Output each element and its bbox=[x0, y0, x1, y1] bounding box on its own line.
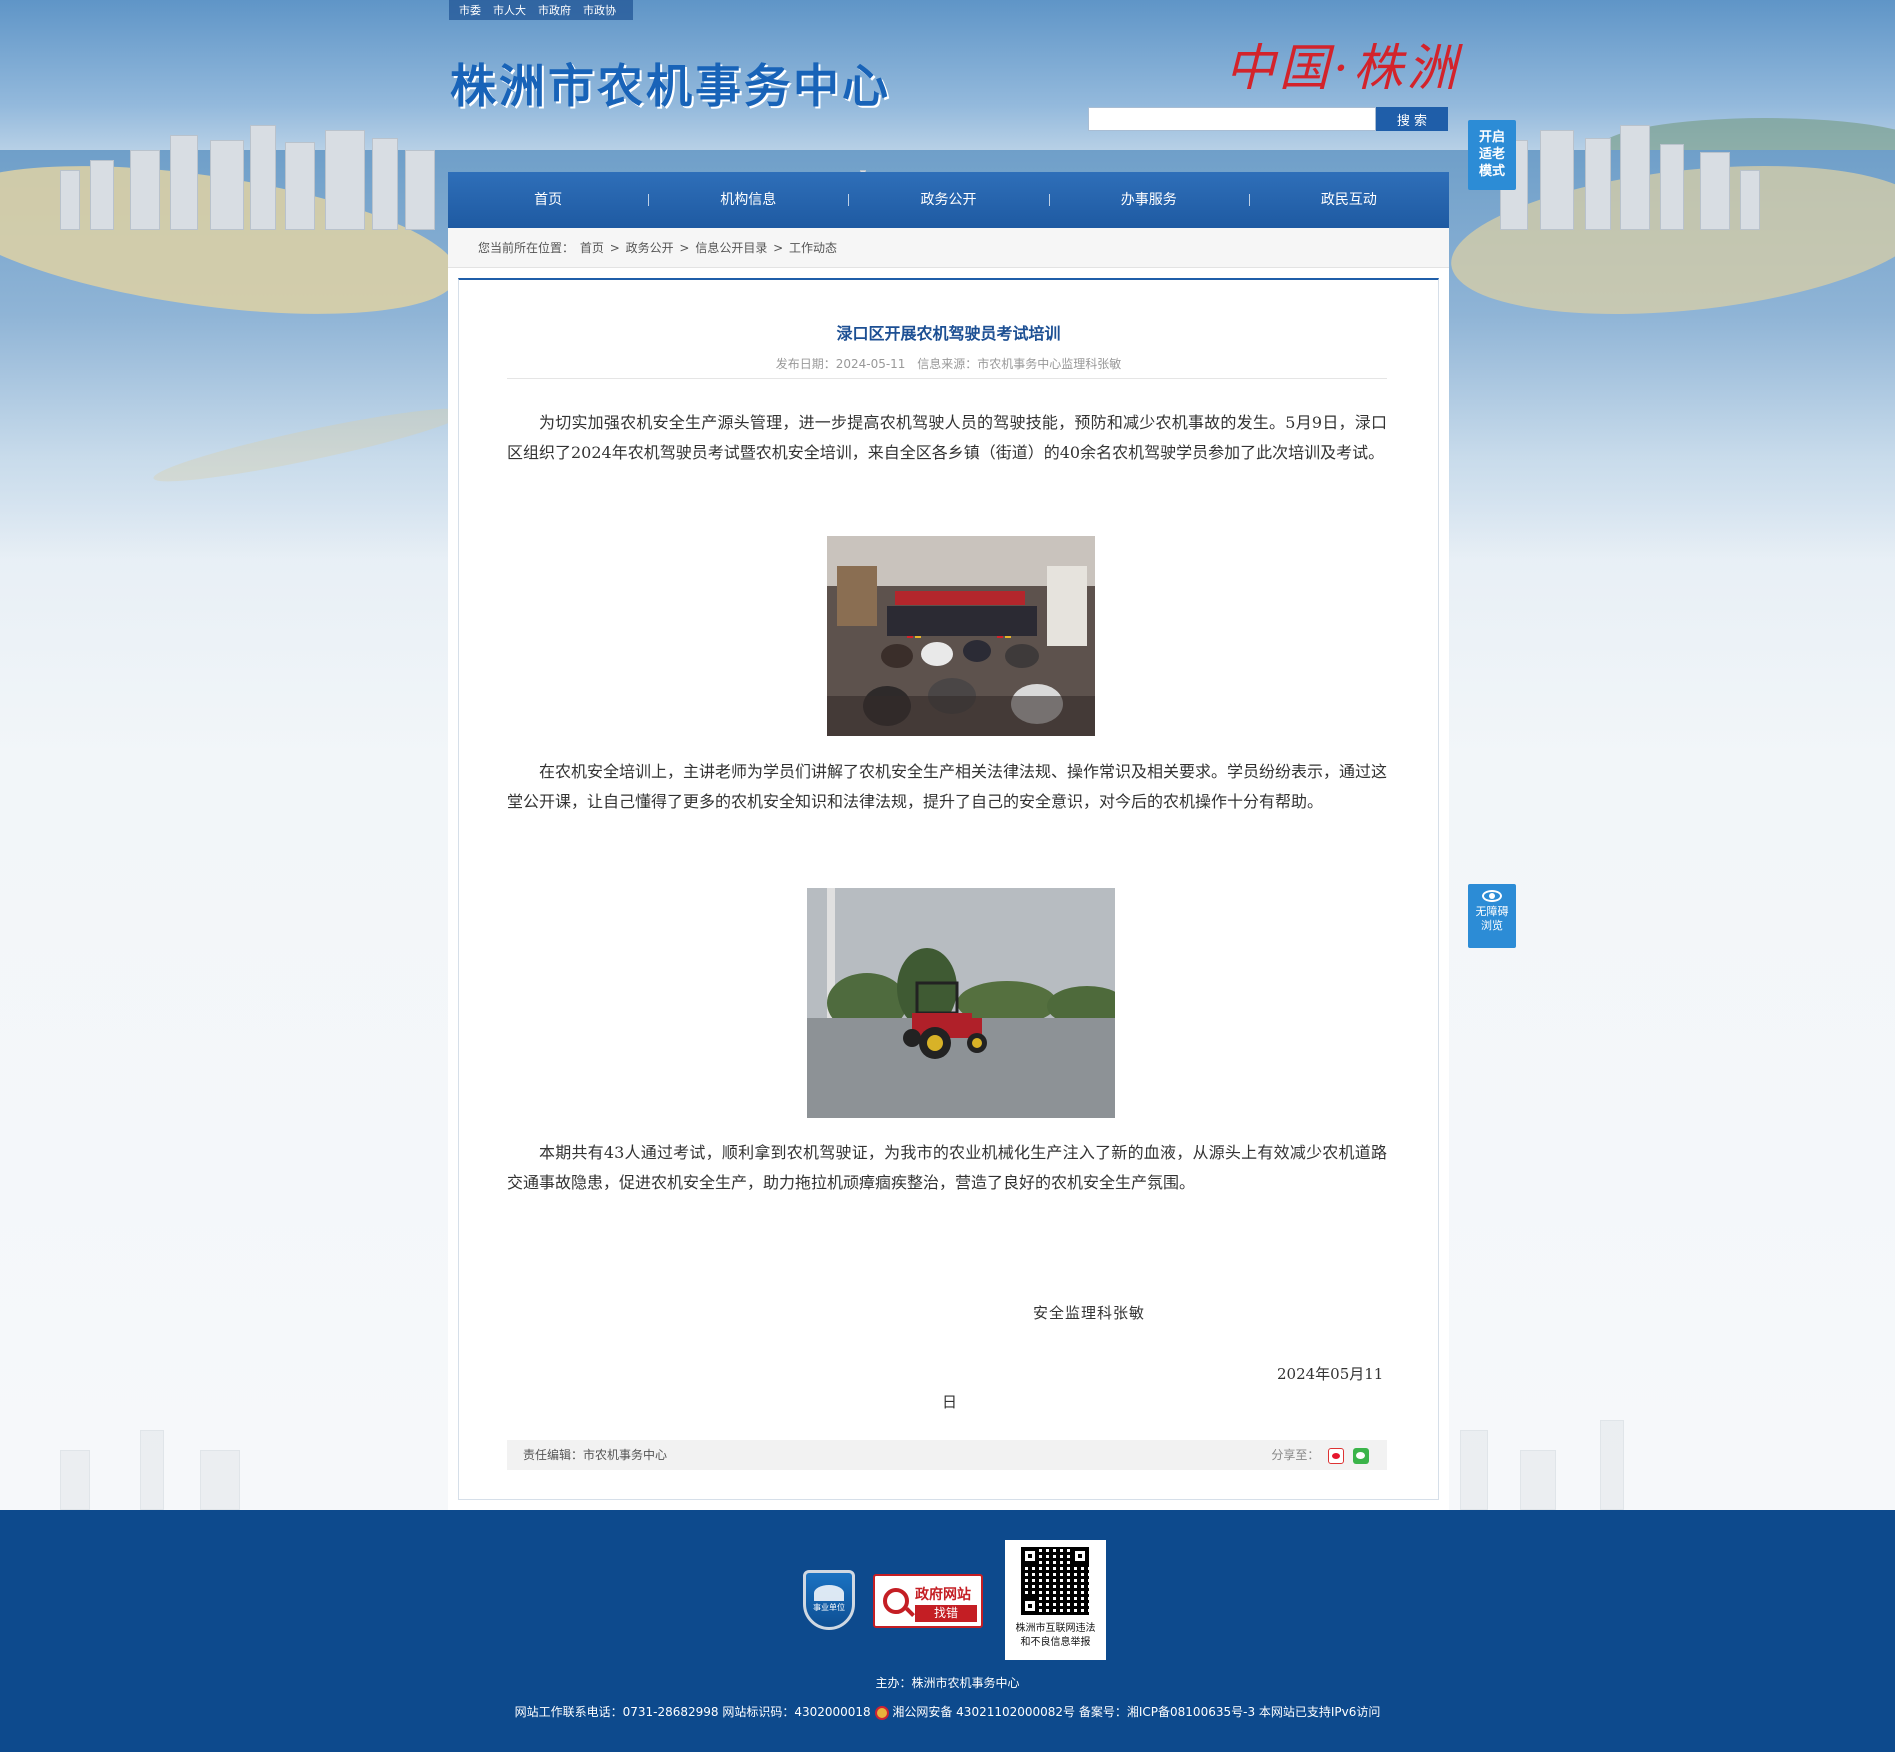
article-title: 渌口区开展农机驾驶员考试培训 bbox=[836, 324, 1061, 343]
breadcrumb-sep: > bbox=[609, 241, 620, 255]
breadcrumb-sep: > bbox=[679, 241, 690, 255]
eye-icon bbox=[1482, 890, 1502, 902]
article-signature: 安全监理科张敏 bbox=[1033, 1304, 1146, 1322]
error-badge-action: 找错 bbox=[915, 1605, 977, 1622]
site-title: 株洲市农机事务中心 bbox=[450, 59, 891, 113]
magnifier-icon bbox=[883, 1588, 909, 1614]
elder-mode-button[interactable]: 开启适老模式 bbox=[1468, 120, 1516, 190]
article-paragraph-2: 在农机安全培训上，主讲老师为学员们讲解了农机安全生产相关法律法规、操作常识及相关… bbox=[507, 762, 1388, 811]
police-record[interactable]: 湘公网安备 43021102000082号 备案号：湘ICP备08100635号… bbox=[892, 1705, 1380, 1719]
police-badge-icon bbox=[874, 1705, 889, 1720]
main-content: 渌口区开展农机驾驶员考试培训 发布日期：2024-05-11 信息来源：市农机事… bbox=[448, 268, 1449, 1510]
article-paragraph-3: 本期共有43人通过考试，顺利拿到农机驾驶证，为我市的农业机械化生产注入了新的血液… bbox=[507, 1143, 1387, 1192]
breadcrumb-current[interactable]: 工作动态 bbox=[789, 241, 837, 255]
qr-caption: 株洲市互联网违法 和不良信息举报 bbox=[1005, 1622, 1106, 1650]
search-box: 搜 索 bbox=[1088, 107, 1448, 131]
tractor-photo bbox=[807, 888, 1115, 1118]
top-link-cppcc[interactable]: 市政协 bbox=[577, 0, 622, 20]
city-logo: 中国·株洲 bbox=[1225, 39, 1461, 97]
contact-info: 网站工作联系电话：0731-28682998 网站标识码：4302000018 bbox=[514, 1705, 871, 1719]
article-date-tail: 日 bbox=[942, 1393, 958, 1411]
share-label: 分享至： bbox=[1271, 1448, 1320, 1462]
top-link-government[interactable]: 市政府 bbox=[532, 0, 577, 20]
search-button[interactable]: 搜 索 bbox=[1376, 107, 1448, 131]
article-date: 2024年05月11 bbox=[1277, 1365, 1384, 1383]
breadcrumb-sep: > bbox=[773, 241, 784, 255]
qr-code-icon bbox=[1021, 1547, 1089, 1615]
article-paragraph-1: 为切实加强农机安全生产源头管理，进一步提高农机驾驶人员的驾驶技能，预防和减少农机… bbox=[507, 413, 1387, 462]
info-source: 信息来源：市农机事务中心监理科张敏 bbox=[917, 357, 1122, 371]
qr-caption-line-1: 株洲市互联网违法 bbox=[1015, 1623, 1096, 1634]
report-qr-badge[interactable]: 株洲市互联网违法 和不良信息举报 bbox=[1005, 1540, 1106, 1660]
public-institution-badge[interactable]: 事业单位 bbox=[803, 1570, 855, 1630]
elder-mode-label: 开启适老模式 bbox=[1478, 130, 1505, 179]
breadcrumb-catalog[interactable]: 信息公开目录 bbox=[695, 241, 767, 255]
title-divider bbox=[507, 378, 1387, 379]
breadcrumb-home[interactable]: 首页 bbox=[580, 241, 604, 255]
site-footer: 事业单位 政府网站 找错 株洲市互联网违法 和不良信息举报 主办：株洲市农机事务… bbox=[0, 1510, 1895, 1752]
accessibility-label: 无障碍浏览 bbox=[1475, 905, 1509, 932]
error-badge-title: 政府网站 bbox=[915, 1587, 971, 1603]
nav-org-info[interactable]: 机构信息 bbox=[648, 172, 848, 228]
article-footer: 责任编辑：市农机事务中心 分享至： bbox=[507, 1440, 1387, 1470]
training-photo bbox=[827, 536, 1095, 736]
breadcrumb-prefix: 您当前所在位置： bbox=[478, 241, 575, 255]
accessibility-button[interactable]: 无障碍浏览 bbox=[1468, 884, 1516, 948]
nav-interaction[interactable]: 政民互动 bbox=[1248, 172, 1449, 228]
responsible-editor: 责任编辑：市农机事务中心 bbox=[523, 1448, 668, 1462]
site-host: 主办：株洲市农机事务中心 bbox=[875, 1676, 1020, 1690]
breadcrumb-gov[interactable]: 政务公开 bbox=[626, 241, 674, 255]
wechat-share-icon[interactable] bbox=[1353, 1447, 1369, 1464]
top-link-party[interactable]: 市委 bbox=[453, 0, 487, 20]
top-links-bar: 市委 市人大 市政府 市政协 bbox=[449, 0, 1449, 20]
nav-home[interactable]: 首页 bbox=[448, 172, 648, 228]
gov-site-error-report-badge[interactable]: 政府网站 找错 bbox=[873, 1574, 983, 1628]
public-institution-label: 事业单位 bbox=[813, 1603, 845, 1612]
article: 渌口区开展农机驾驶员考试培训 发布日期：2024-05-11 信息来源：市农机事… bbox=[458, 278, 1439, 1500]
share-bar: 分享至： bbox=[1271, 1440, 1369, 1470]
qr-caption-line-2: 和不良信息举报 bbox=[1020, 1637, 1091, 1648]
site-info: 网站工作联系电话：0731-28682998 网站标识码：4302000018 … bbox=[0, 1703, 1895, 1720]
publish-date: 发布日期：2024-05-11 bbox=[775, 357, 906, 371]
article-meta: 发布日期：2024-05-11 信息来源：市农机事务中心监理科张敏 bbox=[459, 355, 1438, 372]
breadcrumb: 您当前所在位置： 首页 > 政务公开 > 信息公开目录 > 工作动态 bbox=[448, 228, 1449, 268]
top-link-congress[interactable]: 市人大 bbox=[487, 0, 532, 20]
nav-services[interactable]: 办事服务 bbox=[1048, 172, 1249, 228]
weibo-share-icon[interactable] bbox=[1328, 1447, 1345, 1464]
search-input[interactable] bbox=[1088, 107, 1376, 131]
nav-gov-affairs[interactable]: 政务公开 bbox=[848, 172, 1048, 228]
main-nav: 首页 机构信息 政务公开 办事服务 政民互动 bbox=[448, 172, 1449, 228]
